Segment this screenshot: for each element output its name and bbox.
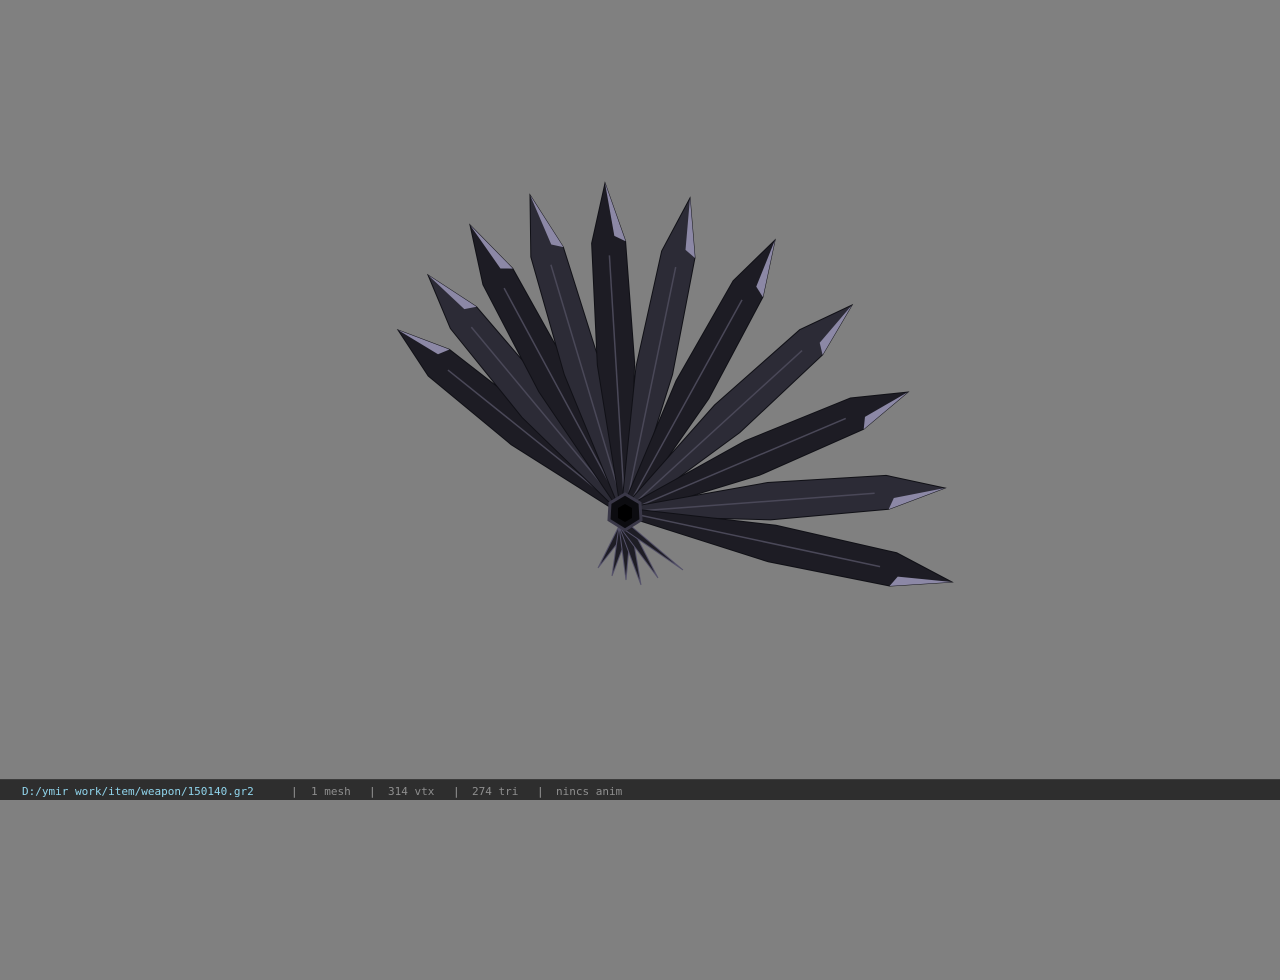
animation-status: nincs anim: [556, 785, 623, 798]
vertex-count: 314 vtx: [388, 785, 435, 798]
file-path: D:/ymir work/item/weapon/150140.gr2: [22, 785, 254, 798]
fan-rib: [624, 511, 881, 568]
fan-tassel: [597, 525, 684, 586]
3d-viewport[interactable]: [0, 0, 1280, 779]
fan-weapon-model: [396, 181, 954, 587]
status-bar: D:/ymir work/item/weapon/150140.gr2 | 1 …: [0, 779, 1280, 800]
fan-hub: [607, 492, 643, 532]
triangle-count: 274 tri: [472, 785, 519, 798]
status-separator: |: [453, 785, 460, 798]
status-separator: |: [369, 785, 376, 798]
status-separator: |: [537, 785, 544, 798]
mesh-count: 1 mesh: [311, 785, 351, 798]
fan-blades: [396, 181, 954, 587]
status-separator: |: [291, 785, 298, 798]
